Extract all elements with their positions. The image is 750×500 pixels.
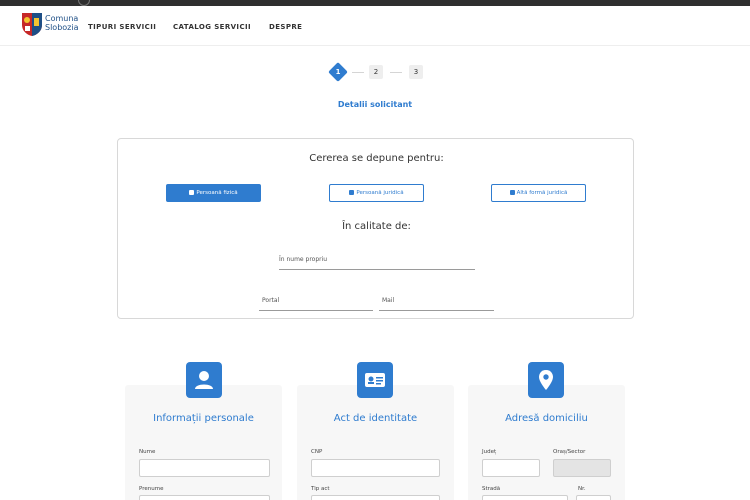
street-label: Stradă xyxy=(482,486,501,492)
doc-type-label: Tip act xyxy=(311,486,330,492)
cnp-input[interactable] xyxy=(311,459,440,477)
request-heading: Cererea se depune pentru: xyxy=(309,153,444,164)
number-input[interactable] xyxy=(576,495,611,500)
identity-title: Act de identitate xyxy=(333,413,418,424)
address-card: Adresă domiciliu Județ Oraș/Sector Strad… xyxy=(468,385,625,500)
number-label: Nr. xyxy=(578,486,586,492)
county-select[interactable] xyxy=(482,459,540,477)
coat-of-arms-icon[interactable] xyxy=(20,11,44,37)
step-1-number: 1 xyxy=(335,68,341,76)
cnp-label: CNP xyxy=(311,449,323,455)
doc-type-select[interactable] xyxy=(311,495,440,500)
name-input[interactable] xyxy=(139,459,270,477)
map-marker-icon xyxy=(528,362,564,398)
option-persoana-fizica-button[interactable]: Persoană fizică xyxy=(166,184,261,202)
role-select[interactable]: În nume propriu xyxy=(279,254,475,270)
surname-input[interactable] xyxy=(139,495,270,500)
nav-despre[interactable]: DESPRE xyxy=(269,23,302,31)
address-title: Adresă domiciliu xyxy=(505,413,588,424)
city-select[interactable] xyxy=(553,459,611,477)
county-label: Județ xyxy=(482,449,497,455)
step-3[interactable]: 3 xyxy=(409,65,423,79)
personal-info-card: Informații personale Nume Prenume xyxy=(125,385,282,500)
option-alta-forma-juridica-button[interactable]: Altă formă juridică xyxy=(491,184,586,202)
name-label: Nume xyxy=(139,449,156,455)
request-card: Cererea se depune pentru: Persoană fizic… xyxy=(117,138,634,319)
option-persoana-juridica-button[interactable]: Persoană juridică xyxy=(329,184,424,202)
building-icon xyxy=(509,190,515,195)
identity-card: Act de identitate CNP Tip act xyxy=(297,385,454,500)
brand-name[interactable]: Comuna Slobozia xyxy=(45,14,79,32)
street-input[interactable] xyxy=(482,495,568,500)
step-connector xyxy=(352,72,364,73)
portal-field[interactable]: Portal xyxy=(259,295,373,311)
nav-catalog-servicii[interactable]: CATALOG SERVICII xyxy=(173,23,251,31)
surname-label: Prenume xyxy=(139,486,164,492)
user-icon xyxy=(189,190,195,195)
step-2[interactable]: 2 xyxy=(369,65,383,79)
id-card-icon xyxy=(357,362,393,398)
personal-info-title: Informații personale xyxy=(153,413,254,424)
briefcase-icon xyxy=(349,190,355,195)
nav-tipuri-servicii[interactable]: TIPURI SERVICII xyxy=(88,23,156,31)
stepper: 1 2 3 xyxy=(0,62,750,84)
step-connector xyxy=(390,72,402,73)
city-label: Oraș/Sector xyxy=(553,449,586,455)
navbar: Comuna Slobozia TIPURI SERVICII CATALOG … xyxy=(0,6,750,46)
step-title: Detalii solicitant xyxy=(337,100,413,109)
role-heading: În calitate de: xyxy=(342,221,411,232)
user-icon xyxy=(186,362,222,398)
mail-field[interactable]: Mail xyxy=(379,295,494,311)
